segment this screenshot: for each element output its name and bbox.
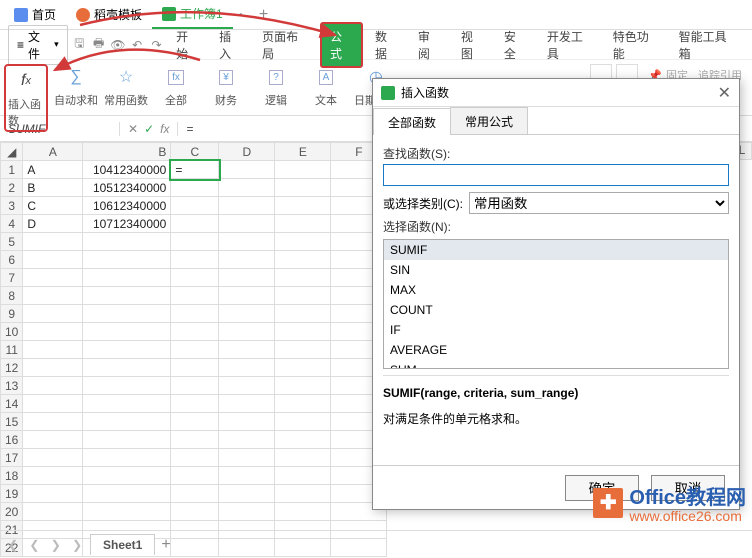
close-icon[interactable]: ✕ — [718, 83, 731, 103]
col-header[interactable]: A — [23, 143, 83, 161]
dialog-tab-all[interactable]: 全部函数 — [373, 108, 451, 135]
sheet-tab-bar: ❮ ❮ ❯ ❯ Sheet1 + — [0, 530, 752, 558]
list-item[interactable]: SUMIF — [384, 240, 728, 260]
table-row: 20 — [1, 503, 387, 521]
finance-icon: ¥ — [212, 64, 240, 90]
table-row: 14 — [1, 395, 387, 413]
add-sheet-button[interactable]: + — [161, 536, 170, 554]
table-row: 15 — [1, 413, 387, 431]
tab-home-label: 首页 — [32, 6, 56, 23]
fx-icon: fx — [162, 64, 190, 90]
tab-wb-dot: • — [233, 8, 249, 22]
list-item[interactable]: MAX — [384, 280, 728, 300]
table-row: 1A10412340000= — [1, 161, 387, 179]
dialog-tab-common[interactable]: 常用公式 — [450, 107, 528, 134]
table-row: 6 — [1, 251, 387, 269]
search-input[interactable] — [383, 164, 729, 186]
sheet-nav-icons[interactable]: ❮ ❮ ❯ ❯ — [8, 538, 86, 552]
menu-bar: ≡ 文件 ▾ 🖫 🖶 👁 ↶ ↷ 开始 插入 页面布局 公式 数据 审阅 视图 … — [0, 30, 752, 60]
preview-icon[interactable]: 👁 — [110, 37, 125, 53]
function-description: 对满足条件的单元格求和。 — [383, 410, 729, 427]
table-row: 5 — [1, 233, 387, 251]
save-icon[interactable]: 🖫 — [72, 37, 87, 53]
tab-templates-label: 稻壳模板 — [94, 6, 142, 23]
watermark-icon: ✚ — [593, 488, 623, 518]
autosum-button[interactable]: ∑自动求和 — [54, 64, 98, 108]
table-row: 10 — [1, 323, 387, 341]
dialog-titlebar[interactable]: 插入函数 ✕ — [373, 79, 739, 107]
spreadsheet-grid[interactable]: ◢ A B C D E F 1A10412340000= 2B105123400… — [0, 142, 387, 557]
new-tab-button[interactable]: + — [249, 6, 278, 24]
table-row: 16 — [1, 431, 387, 449]
function-signature: SUMIF(range, criteria, sum_range) — [383, 386, 729, 400]
list-item[interactable]: SIN — [384, 260, 728, 280]
insert-function-button[interactable]: fx 插入函数 — [4, 64, 48, 132]
app-icon — [381, 86, 395, 100]
dialog-title: 插入函数 — [401, 84, 449, 101]
col-header[interactable]: E — [275, 143, 331, 161]
category-label: 或选择类别(C): — [383, 195, 463, 212]
col-header[interactable]: D — [219, 143, 275, 161]
star-icon: ☆ — [112, 64, 140, 90]
search-label: 查找函数(S): — [383, 145, 729, 162]
text-button[interactable]: A文本 — [304, 64, 348, 108]
watermark: ✚ Office教程网 www.office26.com — [593, 481, 746, 524]
file-menu[interactable]: ≡ 文件 ▾ — [8, 25, 68, 65]
logic-icon: ? — [262, 64, 290, 90]
accept-formula-icon[interactable]: ✓ — [144, 122, 154, 136]
fx-icon: fx — [12, 68, 40, 94]
finance-button[interactable]: ¥财务 — [204, 64, 248, 108]
watermark-url: www.office26.com — [629, 508, 746, 524]
common-fn-button[interactable]: ☆常用函数 — [104, 64, 148, 108]
list-item[interactable]: IF — [384, 320, 728, 340]
function-list[interactable]: SUMIF SIN MAX COUNT IF AVERAGE SUM — [383, 239, 729, 369]
logic-button[interactable]: ?逻辑 — [254, 64, 298, 108]
table-row: 17 — [1, 449, 387, 467]
table-row: 3C10612340000 — [1, 197, 387, 215]
redo-icon[interactable]: ↷ — [149, 37, 164, 53]
active-cell[interactable]: = — [171, 161, 219, 179]
tab-workbook-label: 工作簿1 — [180, 5, 223, 22]
text-icon: A — [312, 64, 340, 90]
sheet-tab[interactable]: Sheet1 — [90, 534, 155, 555]
insert-function-dialog: 插入函数 ✕ 全部函数 常用公式 查找函数(S): 或选择类别(C): 常用函数… — [372, 78, 740, 510]
list-item[interactable]: SUM — [384, 360, 728, 369]
list-item[interactable]: COUNT — [384, 300, 728, 320]
cancel-formula-icon[interactable]: ✕ — [128, 122, 138, 136]
sigma-icon: ∑ — [62, 64, 90, 90]
table-row: 9 — [1, 305, 387, 323]
table-row: 12 — [1, 359, 387, 377]
table-row: 18 — [1, 467, 387, 485]
col-header[interactable]: C — [171, 143, 219, 161]
table-row: 7 — [1, 269, 387, 287]
category-select[interactable]: 常用函数 — [469, 192, 729, 214]
table-row: 19 — [1, 485, 387, 503]
col-header[interactable]: B — [83, 143, 171, 161]
watermark-brand: Office教程网 — [629, 487, 746, 509]
table-row: 11 — [1, 341, 387, 359]
table-row: 4D10712340000 — [1, 215, 387, 233]
list-item[interactable]: AVERAGE — [384, 340, 728, 360]
select-all-corner[interactable]: ◢ — [1, 143, 23, 161]
undo-icon[interactable]: ↶ — [130, 37, 145, 53]
all-fn-button[interactable]: fx全部 — [154, 64, 198, 108]
table-row: 2B10512340000 — [1, 179, 387, 197]
select-fn-label: 选择函数(N): — [383, 218, 729, 235]
table-row: 8 — [1, 287, 387, 305]
table-row: 13 — [1, 377, 387, 395]
fx-bar-icon[interactable]: fx — [160, 122, 169, 136]
print-icon[interactable]: 🖶 — [91, 37, 106, 53]
tab-templates[interactable]: 稻壳模板 — [66, 1, 152, 29]
